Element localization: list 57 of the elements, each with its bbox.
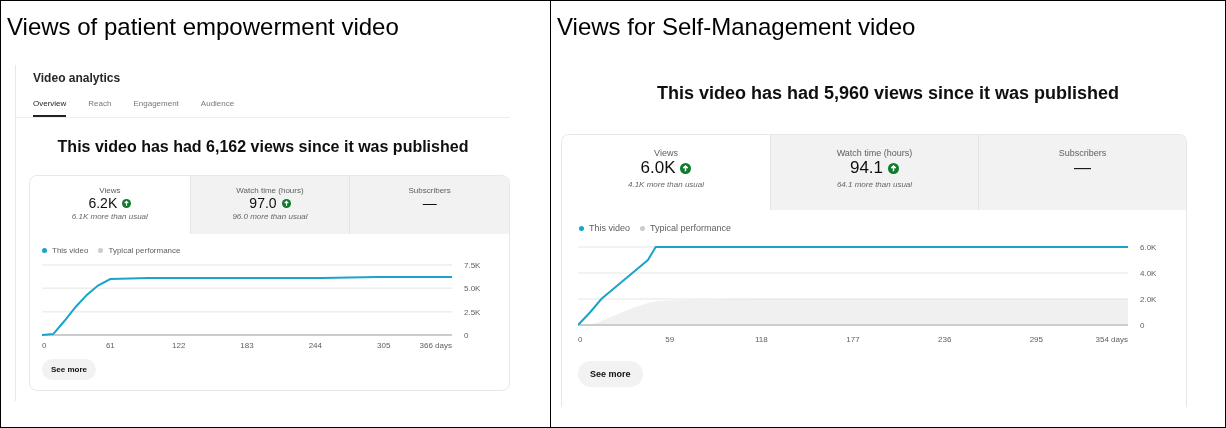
metric-tab[interactable]: Subscribers —	[349, 176, 509, 234]
axis-label: 0	[578, 335, 583, 344]
axis-label: 2.5K	[464, 307, 481, 317]
axis-label: 0	[464, 331, 469, 340]
axis-label: 295	[1029, 335, 1043, 344]
panel-heading: Views for Self-Management video	[556, 12, 917, 42]
axis-label: 177	[846, 335, 860, 344]
metric-note: 6.1K more than usual	[70, 212, 149, 221]
axis-label: 183	[240, 341, 254, 350]
metric-note: 96.0 more than usual	[231, 212, 309, 221]
axis-label: 59	[665, 335, 675, 344]
axis-label: 305	[377, 341, 391, 350]
tab[interactable]: Overview	[33, 99, 67, 117]
axis-label: 118	[754, 335, 768, 344]
axis-label: 0	[42, 341, 47, 350]
tab[interactable]: Engagement	[133, 99, 179, 117]
legend-label: Typical performance	[108, 246, 181, 255]
axis-label: 6.0K	[1140, 243, 1157, 252]
panel-heading: Views of patient empowerment video	[6, 12, 400, 42]
summary-headline: This video has had 5,960 views since it was published	[655, 83, 1121, 104]
metric-tab[interactable]: Watch time (hours) 97.0 96.0 more than usual	[189, 176, 350, 234]
metric-tab[interactable]: Subscribers —	[978, 135, 1186, 210]
metric-tab[interactable]: Watch time (hours) 94.1 64.1 more than usual	[770, 135, 978, 210]
see-more-button[interactable]: See more	[42, 359, 97, 380]
axis-label: 244	[308, 341, 322, 350]
metric-label: Subscribers	[407, 186, 452, 195]
metric-value: 6.2K	[88, 195, 118, 211]
axis-label: 122	[172, 341, 186, 350]
axis-label: 236	[938, 335, 952, 344]
legend-label: This video	[589, 223, 631, 233]
axis-label: 0	[1140, 321, 1145, 330]
axis-label: 2.0K	[1140, 295, 1157, 304]
axis-label: 5.0K	[464, 284, 481, 294]
summary-headline: This video has had 6,162 views since it was published	[56, 138, 470, 156]
tab[interactable]: Audience	[200, 99, 235, 117]
metric-label: Watch time (hours)	[235, 186, 305, 195]
metric-note: 64.1 more than usual	[835, 180, 914, 189]
metric-label: Views	[653, 148, 679, 158]
metric-label: Subscribers	[1057, 148, 1108, 158]
metric-value: 97.0	[249, 195, 277, 211]
metric-value: 6.0K	[640, 158, 676, 178]
metric-label: Views	[98, 186, 122, 195]
axis-label: 61	[105, 341, 115, 350]
studio-title: Video analytics	[32, 70, 122, 85]
metric-label: Watch time (hours)	[835, 148, 914, 158]
metric-value: 94.1	[849, 158, 884, 178]
axis-label: 4.0K	[1140, 269, 1157, 278]
metric-value: —	[422, 195, 437, 211]
tab[interactable]: Reach	[88, 99, 112, 117]
metric-value: —	[1074, 158, 1091, 178]
legend-label: Typical performance	[650, 223, 732, 233]
axis-label: 7.5K	[464, 261, 481, 270]
legend-label: This video	[52, 246, 89, 255]
axis-label: 366 days	[419, 341, 452, 350]
see-more-button[interactable]: See more	[578, 361, 643, 387]
metric-note: 4.1K more than usual	[626, 180, 705, 189]
axis-label: 354 days	[1095, 335, 1128, 344]
